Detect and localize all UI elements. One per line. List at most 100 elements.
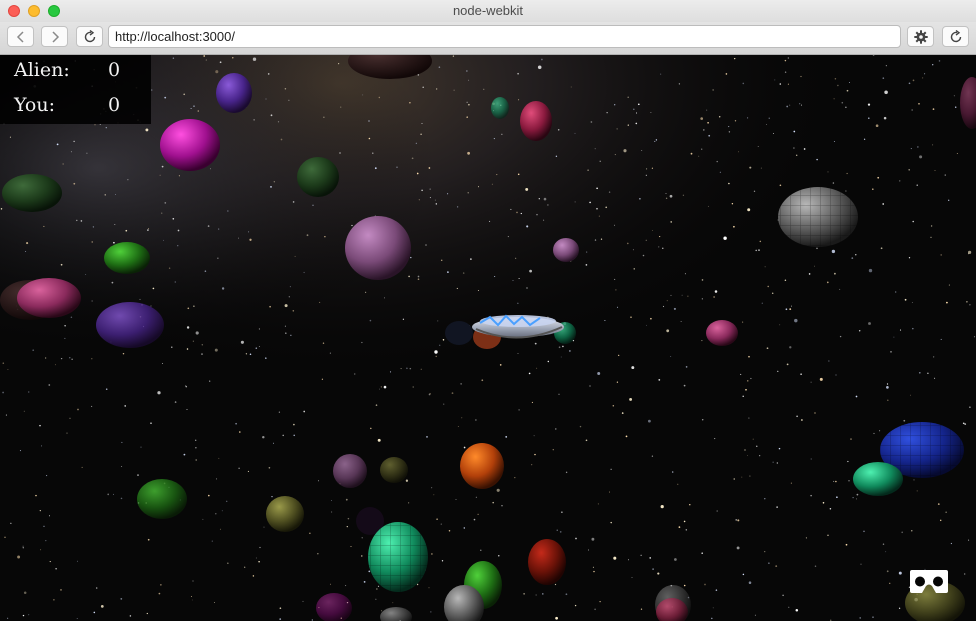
forward-button[interactable] xyxy=(41,26,68,47)
star xyxy=(415,142,417,144)
star xyxy=(28,614,30,616)
star xyxy=(652,568,654,570)
star xyxy=(872,188,874,190)
star xyxy=(45,539,47,542)
star xyxy=(784,59,787,62)
reload-button[interactable] xyxy=(76,26,103,47)
star xyxy=(877,176,880,179)
window-title: node-webkit xyxy=(452,3,524,18)
star xyxy=(217,257,219,259)
star xyxy=(462,272,465,274)
star xyxy=(859,617,861,619)
back-button[interactable] xyxy=(7,26,34,47)
star xyxy=(460,383,462,385)
star xyxy=(736,546,740,550)
star xyxy=(794,318,798,323)
star xyxy=(46,475,48,477)
star xyxy=(713,296,715,298)
star xyxy=(340,106,342,108)
star xyxy=(930,225,933,227)
star xyxy=(205,59,207,61)
star xyxy=(899,329,902,331)
star xyxy=(466,116,468,118)
star xyxy=(120,497,123,500)
star xyxy=(436,88,438,90)
asteroid xyxy=(553,238,579,262)
star xyxy=(92,226,95,228)
star xyxy=(939,519,942,522)
star xyxy=(177,245,179,247)
star xyxy=(627,96,629,99)
star xyxy=(329,583,331,585)
star xyxy=(728,131,731,133)
star xyxy=(678,526,681,528)
star xyxy=(190,595,192,597)
star xyxy=(195,459,198,461)
reload-right-button[interactable] xyxy=(942,26,969,47)
asteroid xyxy=(137,479,187,519)
star xyxy=(421,123,423,125)
star xyxy=(616,306,619,308)
star xyxy=(734,57,736,60)
star xyxy=(278,411,281,413)
star xyxy=(252,575,255,577)
star xyxy=(429,393,431,395)
star xyxy=(375,598,377,600)
star xyxy=(277,121,280,123)
game-canvas[interactable] xyxy=(0,55,976,621)
star xyxy=(610,468,612,470)
star xyxy=(145,128,149,132)
star xyxy=(114,224,116,225)
star xyxy=(71,358,73,360)
star xyxy=(565,471,568,474)
star xyxy=(639,197,641,200)
star xyxy=(183,453,186,456)
star xyxy=(704,583,706,586)
star xyxy=(152,287,155,290)
star xyxy=(924,73,926,75)
star xyxy=(10,522,12,524)
star xyxy=(252,57,257,61)
star xyxy=(99,124,101,125)
star xyxy=(218,457,220,459)
star xyxy=(930,236,932,238)
star xyxy=(429,188,431,190)
address-bar[interactable]: http://localhost:3000/ xyxy=(108,25,901,48)
star xyxy=(396,166,398,168)
star xyxy=(908,82,911,85)
star xyxy=(933,356,935,358)
star xyxy=(645,174,647,176)
star xyxy=(43,525,45,527)
star xyxy=(776,462,778,464)
star xyxy=(440,259,443,262)
star xyxy=(562,345,564,348)
star xyxy=(635,112,638,114)
star xyxy=(466,101,468,103)
star xyxy=(698,155,700,157)
star xyxy=(599,160,601,162)
star xyxy=(574,604,577,607)
star xyxy=(839,335,842,338)
star xyxy=(105,127,107,129)
star xyxy=(535,594,537,596)
star xyxy=(917,146,919,148)
star xyxy=(810,381,812,383)
star xyxy=(447,271,449,273)
star xyxy=(659,236,661,238)
star xyxy=(249,238,252,241)
vr-mode-button[interactable] xyxy=(909,569,949,594)
star xyxy=(125,229,128,232)
star xyxy=(417,278,420,281)
asteroid xyxy=(706,320,738,346)
star xyxy=(716,160,718,163)
settings-button[interactable] xyxy=(907,26,934,47)
star xyxy=(347,517,350,520)
star xyxy=(374,167,377,170)
star xyxy=(716,510,718,512)
star xyxy=(701,298,703,300)
star xyxy=(543,197,547,201)
star xyxy=(574,132,576,134)
star xyxy=(901,531,903,534)
star xyxy=(435,355,437,358)
star xyxy=(633,108,635,111)
